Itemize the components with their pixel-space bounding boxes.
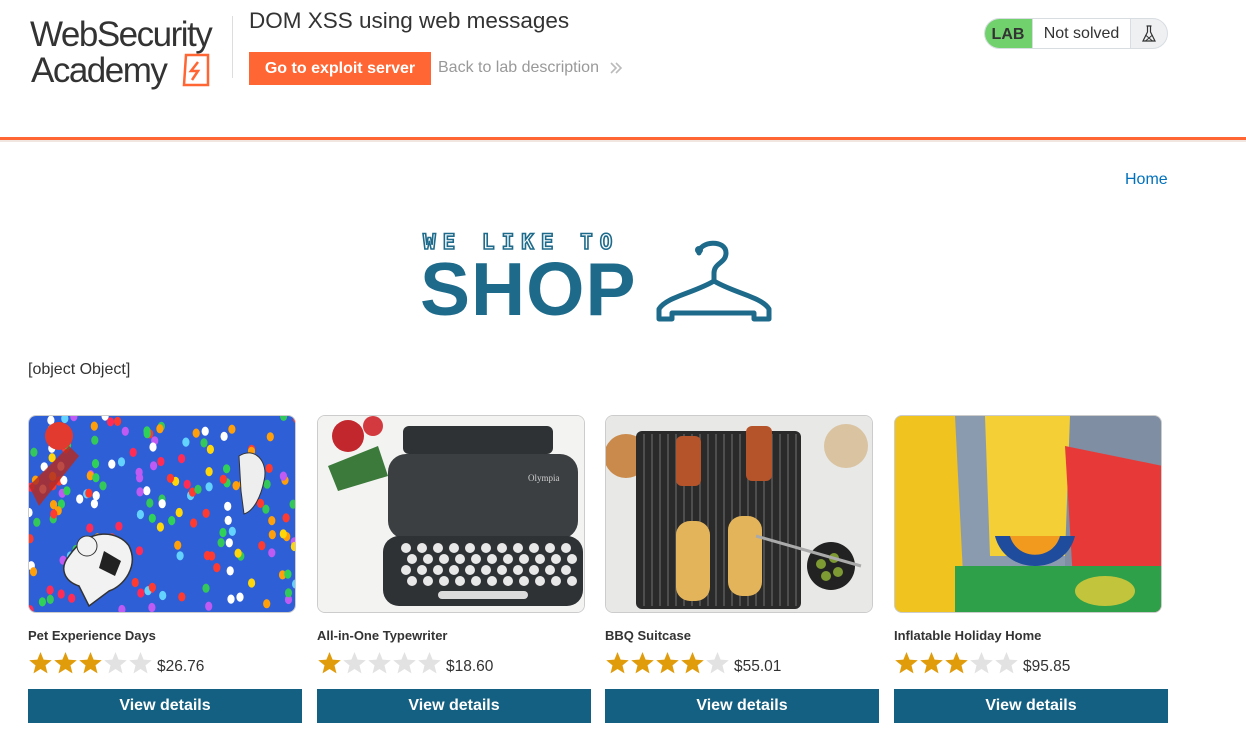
product-image-pet-experience-days xyxy=(28,415,296,613)
product-card: Pet Experience Days $26.76 View details xyxy=(28,415,302,723)
view-details-button[interactable]: View details xyxy=(894,689,1168,723)
product-rating xyxy=(317,651,442,675)
web-message-output: [object Object] xyxy=(28,361,131,378)
logo-text-line1: WebSecurity xyxy=(30,15,213,54)
product-image-all-in-one-typewriter: Olympia xyxy=(317,415,585,613)
logo-divider xyxy=(232,16,233,78)
lab-status-widget: LAB Not solved xyxy=(984,18,1168,49)
star-empty-icon xyxy=(367,651,392,675)
star-filled-icon xyxy=(655,651,680,675)
product-card: Inflatable Holiday Home $95.85 View deta… xyxy=(894,415,1168,723)
star-filled-icon xyxy=(317,651,342,675)
star-empty-icon xyxy=(128,651,153,675)
star-empty-icon xyxy=(969,651,994,675)
lab-status-text: Not solved xyxy=(1032,19,1131,48)
star-empty-icon xyxy=(417,651,442,675)
star-filled-icon xyxy=(680,651,705,675)
product-image-inflatable-holiday-home xyxy=(894,415,1162,613)
shop-banner: WE LIKE TO SHOP xyxy=(420,229,780,329)
star-empty-icon xyxy=(342,651,367,675)
star-filled-icon xyxy=(28,651,53,675)
back-to-lab-description-link[interactable]: Back to lab description xyxy=(438,59,623,77)
view-details-button[interactable]: View details xyxy=(28,689,302,723)
back-link-label: Back to lab description xyxy=(438,59,599,76)
double-chevron-right-icon xyxy=(609,61,623,75)
product-price: $26.76 xyxy=(157,658,205,675)
product-price: $55.01 xyxy=(734,658,782,675)
star-filled-icon xyxy=(919,651,944,675)
lab-title: DOM XSS using web messages xyxy=(249,8,570,33)
svg-text:Olympia: Olympia xyxy=(528,473,560,483)
product-rating xyxy=(28,651,153,675)
star-filled-icon xyxy=(894,651,919,675)
hanger-icon xyxy=(656,240,772,322)
header-divider-shadow xyxy=(0,140,1246,142)
product-image-bbq-suitcase xyxy=(605,415,873,613)
product-card: BBQ Suitcase $55.01 View details xyxy=(605,415,879,723)
logo-text-line2: Academy xyxy=(31,51,168,90)
star-filled-icon xyxy=(53,651,78,675)
star-empty-icon xyxy=(392,651,417,675)
home-link[interactable]: Home xyxy=(1125,171,1168,189)
star-empty-icon xyxy=(705,651,730,675)
web-security-academy-logo[interactable]: WebSecurity Academy xyxy=(30,15,230,90)
product-rating xyxy=(605,651,730,675)
view-details-button[interactable]: View details xyxy=(605,689,879,723)
product-rating xyxy=(894,651,1019,675)
product-name: BBQ Suitcase xyxy=(605,628,691,643)
product-name: Inflatable Holiday Home xyxy=(894,628,1042,643)
product-card: Olympia All-in-One Typewriter $18.60 Vie… xyxy=(317,415,591,723)
star-empty-icon xyxy=(994,651,1019,675)
product-price: $95.85 xyxy=(1023,658,1071,675)
star-filled-icon xyxy=(78,651,103,675)
product-name: All-in-One Typewriter xyxy=(317,628,448,643)
lab-badge: LAB xyxy=(985,19,1032,48)
star-empty-icon xyxy=(103,651,128,675)
banner-title: SHOP xyxy=(420,247,637,331)
view-details-button[interactable]: View details xyxy=(317,689,591,723)
go-to-exploit-server-button[interactable]: Go to exploit server xyxy=(249,52,431,85)
star-filled-icon xyxy=(630,651,655,675)
flask-icon xyxy=(1131,24,1167,43)
product-price: $18.60 xyxy=(446,658,494,675)
star-filled-icon xyxy=(944,651,969,675)
product-name: Pet Experience Days xyxy=(28,628,156,643)
star-filled-icon xyxy=(605,651,630,675)
